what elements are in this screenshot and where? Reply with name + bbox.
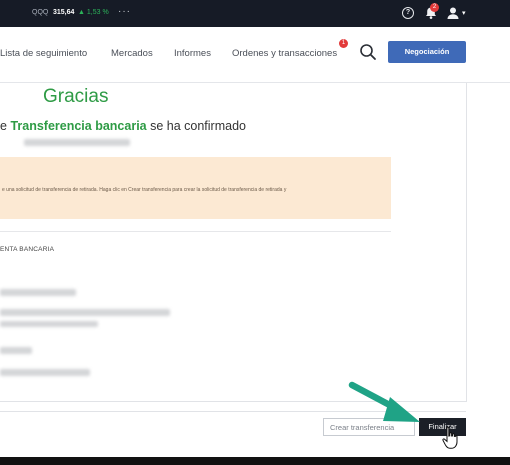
redacted-detail-3 [0,321,98,327]
redacted-detail-5 [0,369,90,376]
confirmation-message: e Transferencia bancaria se ha confirmad… [0,119,246,133]
confirmation-panel: Gracias e Transferencia bancaria se ha c… [0,83,467,402]
question-circle-icon[interactable]: ? [402,7,414,19]
main-nav: Lista de seguimiento Mercados Informes O… [0,27,510,83]
search-icon[interactable] [359,43,377,61]
hand-cursor-icon [442,426,458,449]
nav-item-reports[interactable]: Informes [174,48,211,59]
nav-item-watchlist[interactable]: Lista de seguimiento [0,48,87,59]
redacted-reference [24,139,130,146]
info-notice: e una solicitud de transferencia de reti… [0,157,391,219]
ticker-change: ▲ 1,53 % [78,9,109,16]
ticker-bar: QQQ 315,64 ▲ 1,53 % ··· ? 2 ▾ [0,0,510,27]
bottom-bar [0,457,510,465]
confirmation-prefix: e [0,119,11,133]
notification-badge: 2 [430,3,439,12]
nav-item-orders[interactable]: Ordenes y transacciones [232,48,337,59]
bank-account-title: ENTA BANCARIA [0,246,55,253]
redacted-detail-4 [0,347,32,354]
trade-button[interactable]: Negociación [388,41,466,63]
redacted-detail-2 [0,309,170,316]
more-icon[interactable]: ··· [118,6,131,17]
page-title: Gracias [43,86,109,107]
annotation-arrow-icon [348,381,420,422]
user-icon[interactable] [446,6,460,20]
notice-text: e una solicitud de transferencia de reti… [2,187,287,193]
confirmation-suffix: se ha confirmado [146,119,246,133]
transfer-method: Transferencia bancaria [10,119,147,133]
section-divider [0,231,391,232]
redacted-detail-1 [0,289,76,296]
nav-item-markets[interactable]: Mercados [111,48,153,59]
ticker-price: 315,64 [53,9,75,16]
orders-badge: 1 [339,39,348,48]
ticker-symbol[interactable]: QQQ [32,9,48,16]
chevron-down-icon[interactable]: ▾ [462,9,466,17]
